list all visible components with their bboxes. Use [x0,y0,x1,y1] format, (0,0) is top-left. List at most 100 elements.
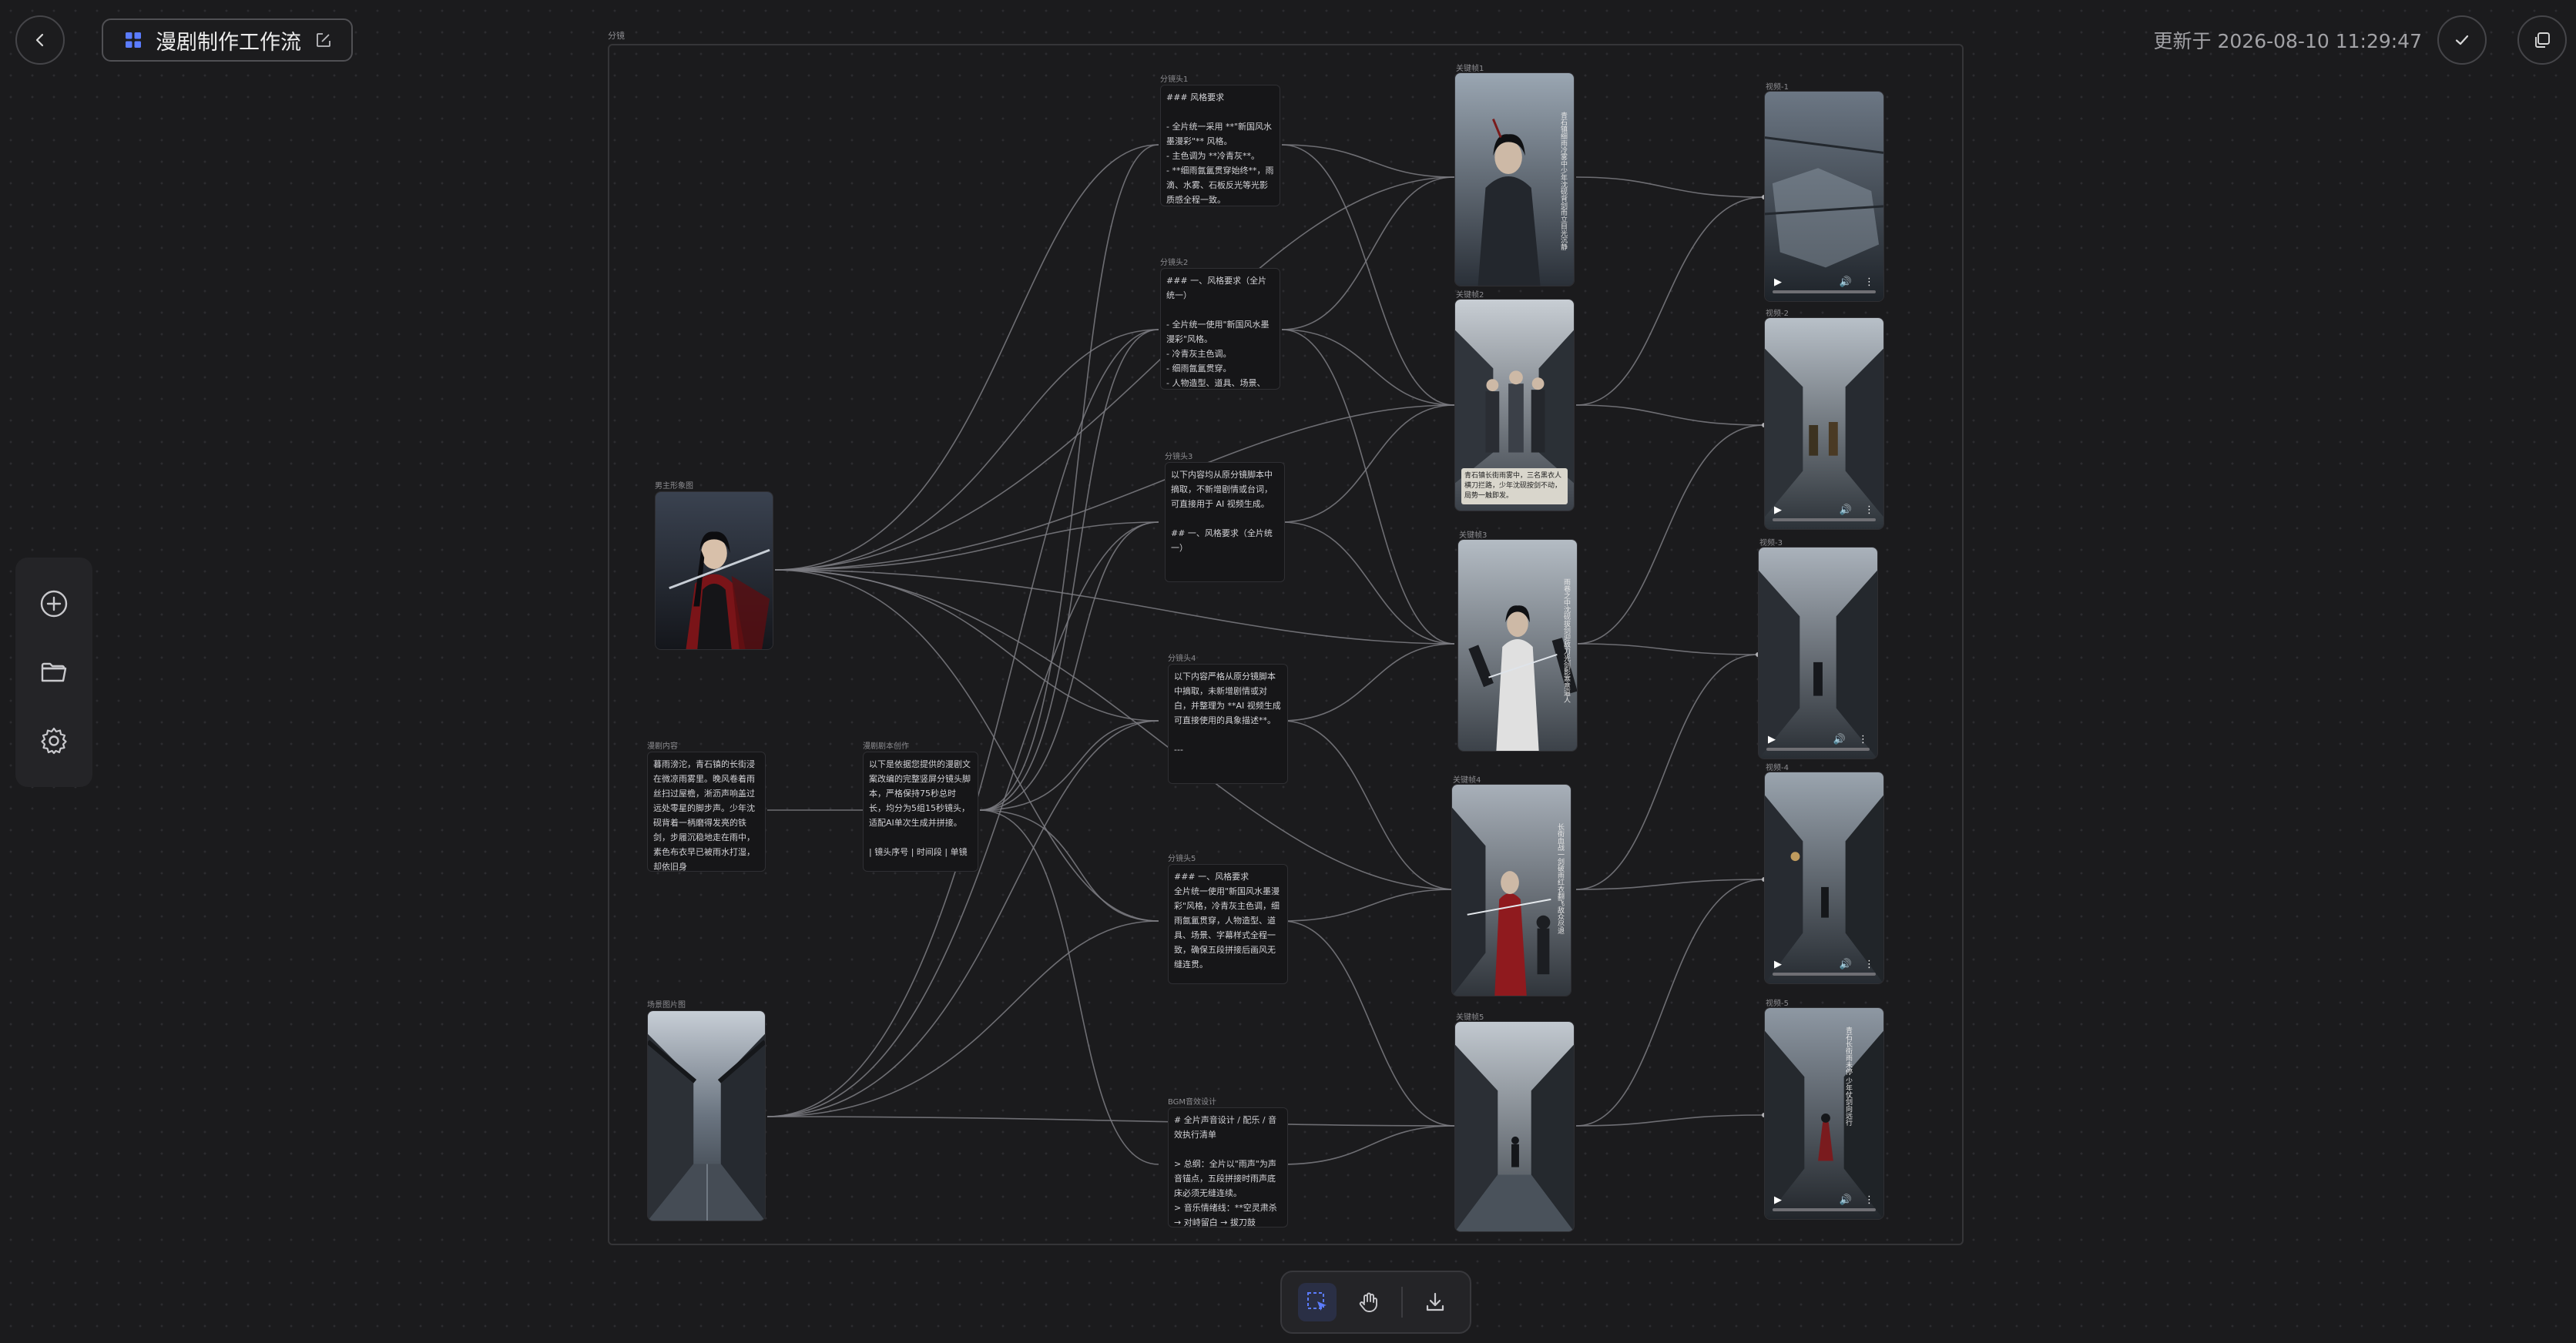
node-label: 视频-4 [1766,764,1789,772]
download-icon [1426,1292,1444,1311]
node-label: 视频-5 [1766,1000,1789,1008]
video-controls: ▶ 🔊 ⋮ [1759,720,1877,759]
bgm-design-node[interactable]: # 全片声音设计 / 配乐 / 音效执行清单 > 总纲：全片以"雨声"为声音锚点… [1168,1107,1288,1227]
hero-image-node[interactable] [655,491,773,650]
storyboard-node-3[interactable]: 以下内容均从原分镜脚本中摘取，不新增剧情或台词，可直接用于 AI 视频生成。 #… [1165,462,1285,582]
folder-icon [41,662,67,682]
node-label: 关键帧2 [1456,291,1484,300]
play-icon[interactable]: ▶ [1768,734,1776,745]
play-icon[interactable]: ▶ [1774,1194,1782,1206]
node-label: 关键帧3 [1459,531,1488,540]
keyframe-vertical-text: 雨巷之中沈砚拔剑迎敌刀光剑影寒意逼人 [1562,578,1570,703]
keyframe-caption: 青石镇长街雨雾中，三名黑衣人横刀拦路，少年沈砚按剑不动，局势一触即发。 [1461,468,1568,504]
hand-icon [1359,1292,1377,1312]
volume-icon[interactable]: 🔊 [1840,276,1852,288]
volume-icon[interactable]: 🔊 [1840,1194,1852,1206]
storyboard-node-4[interactable]: 以下内容严格从原分镜脚本中摘取，未新增剧情或对白，并整理为 **AI 视频生成可… [1168,664,1288,784]
add-node-button[interactable] [34,584,74,624]
play-icon[interactable]: ▶ [1774,959,1782,970]
hero-portrait-image [656,492,773,649]
script-creation-node[interactable]: 以下是依据您提供的漫剧文案改编的完整竖屏分镜头脚本，严格保持75秒总时长，均分为… [863,752,978,872]
volume-icon[interactable]: 🔊 [1840,959,1852,970]
grid-icon [126,32,141,48]
select-box-icon [1306,1292,1327,1311]
node-label: 分镜头1 [1160,75,1189,84]
keyframe-image [1455,1022,1574,1231]
video-node-4[interactable]: ▶ 🔊 ⋮ [1764,772,1884,984]
storyboard-node-5[interactable]: ### 一、风格要求 全片统一使用"新国风水墨漫彩"风格，冷青灰主色调，细雨氤氲… [1168,864,1288,984]
node-label: 视频-2 [1766,310,1789,318]
scene-street-image [648,1011,765,1221]
scene-image-node[interactable] [647,1010,766,1221]
toolbar-divider [1400,1287,1403,1318]
node-label: 漫剧内容 [647,742,678,751]
workflow-title-pill[interactable]: 漫剧制作工作流 [102,18,353,62]
keyframe-node-3[interactable]: 雨巷之中沈砚拔剑迎敌刀光剑影寒意逼人 [1457,539,1578,752]
download-button[interactable] [1416,1283,1454,1321]
updated-timestamp: 更新于 2026-08-10 11:29:47 [2153,30,2422,52]
more-icon[interactable]: ⋮ [1864,1194,1874,1206]
volume-icon[interactable]: 🔊 [1833,734,1846,745]
keyframe-vertical-text: 长街血战一剑破雨红衣翻飞敌众尽退 [1556,823,1564,934]
volume-icon[interactable]: 🔊 [1840,504,1852,516]
check-icon [2455,35,2469,45]
plus-circle-icon [40,591,68,618]
keyframe-node-5[interactable] [1454,1021,1575,1232]
keyframe-vertical-text: 青石镇细雨冷雾中少年沈砚背剑而立目光沉静 [1559,112,1567,250]
play-icon[interactable]: ▶ [1774,276,1782,288]
bottom-toolbar [1280,1271,1471,1334]
node-label: 场景图片图 [647,1001,686,1010]
video-node-5[interactable]: 青石长街雨未停 少年仗剑向远行 ▶ 🔊 ⋮ [1764,1007,1884,1220]
chevron-left-icon [35,33,44,47]
node-label: 分镜头3 [1165,453,1193,461]
open-folder-button[interactable] [34,652,74,692]
back-button[interactable] [15,15,65,65]
video-progress-bar[interactable] [1773,290,1876,293]
workflow-title: 漫剧制作工作流 [156,30,301,55]
node-label: 男主形象图 [655,482,693,491]
video-progress-bar[interactable] [1773,518,1876,521]
video-controls: ▶ 🔊 ⋮ [1765,945,1883,983]
more-icon[interactable]: ⋮ [1858,734,1868,745]
more-icon[interactable]: ⋮ [1864,959,1874,970]
settings-button[interactable] [34,721,74,761]
keyframe-node-4[interactable]: 长街血战一剑破雨红衣翻飞敌众尽退 [1451,784,1571,996]
video-node-1[interactable]: ▶ 🔊 ⋮ [1764,91,1884,302]
node-label: 分镜头4 [1168,655,1196,663]
copy-icon [2535,32,2550,48]
copy-button[interactable] [2517,15,2567,65]
edit-icon[interactable] [315,32,332,49]
select-tool-button[interactable] [1297,1283,1337,1321]
video-node-3[interactable]: ▶ 🔊 ⋮ [1758,547,1878,759]
node-label: 视频-1 [1766,83,1789,92]
node-label: 分镜头2 [1160,259,1189,267]
node-label: 关键帧4 [1453,776,1481,785]
left-toolbar [15,558,92,787]
video-progress-bar[interactable] [1773,1208,1876,1211]
video-controls: ▶ 🔊 ⋮ [1765,491,1883,529]
save-button[interactable] [2437,15,2487,65]
keyframe-node-1[interactable]: 青石镇细雨冷雾中少年沈砚背剑而立目光沉静 [1454,72,1575,286]
more-icon[interactable]: ⋮ [1864,504,1874,516]
pan-tool-button[interactable] [1350,1283,1388,1321]
video-node-2[interactable]: ▶ 🔊 ⋮ [1764,317,1884,530]
group-label: 分镜 [608,31,625,41]
node-label: 漫剧剧本创作 [863,742,909,751]
keyframe-node-2[interactable]: 青石镇长街雨雾中，三名黑衣人横刀拦路，少年沈砚按剑不动，局势一触即发。 [1454,299,1575,511]
gear-icon [41,727,67,754]
more-icon[interactable]: ⋮ [1864,276,1874,288]
video-progress-bar[interactable] [1773,973,1876,976]
video-vertical-text: 青石长街雨未停 少年仗剑向远行 [1844,1027,1852,1126]
video-progress-bar[interactable] [1766,748,1870,751]
video-controls: ▶ 🔊 ⋮ [1765,263,1883,301]
node-label: 关键帧5 [1456,1013,1484,1022]
node-label: 视频-3 [1759,539,1783,548]
storyboard-node-2[interactable]: ### 一、风格要求（全片统一） - 全片统一使用"新国风水墨漫彩"风格。 - … [1160,268,1280,390]
video-controls: ▶ 🔊 ⋮ [1765,1181,1883,1219]
play-icon[interactable]: ▶ [1774,504,1782,516]
node-label: 关键帧1 [1456,65,1484,73]
drama-content-node[interactable]: 暮雨滂沱，青石镇的长街浸在微凉雨雾里。晚风卷着雨丝扫过屋檐，淅沥声响盖过远处零星… [647,752,766,872]
node-label: BGM音效设计 [1168,1098,1217,1107]
node-label: 分镜头5 [1168,855,1196,863]
storyboard-node-1[interactable]: ### 风格要求 - 全片统一采用 **"新国风水墨漫彩"** 风格。 - 主色… [1160,85,1280,206]
